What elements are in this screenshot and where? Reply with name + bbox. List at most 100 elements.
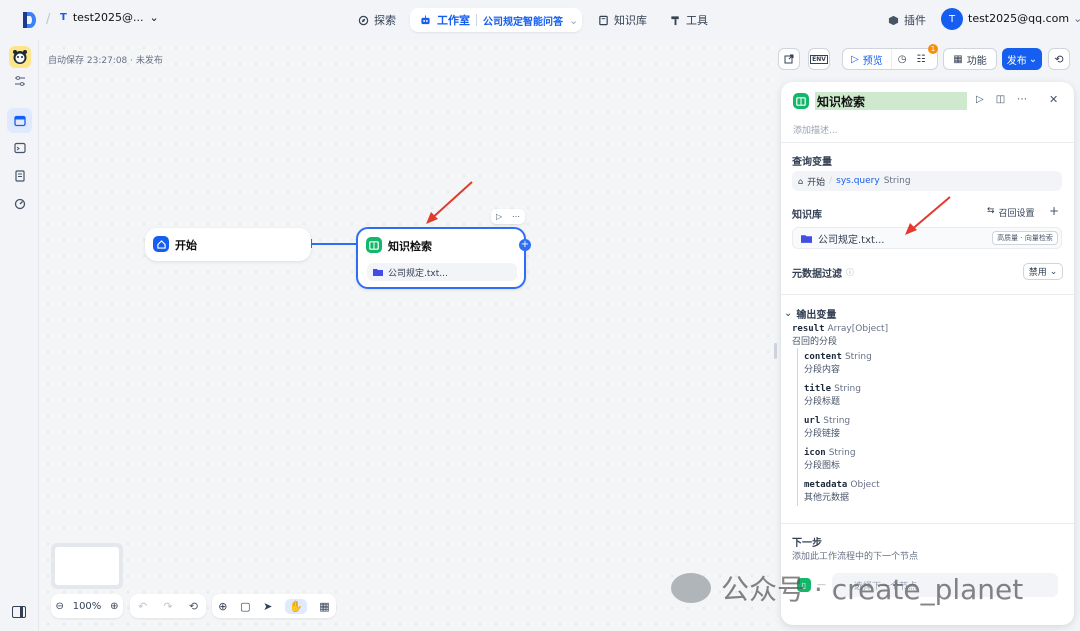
zoom-level[interactable]: 100% xyxy=(73,601,102,612)
checklist-icon[interactable]: ☷ xyxy=(912,54,929,65)
metadata-filter-select[interactable]: 禁用 ⌄ xyxy=(1023,263,1063,280)
recall-settings-button[interactable]: ⇆ 召回设置 xyxy=(987,206,1035,219)
nav-knowledge[interactable]: 知识库 xyxy=(598,8,647,32)
chevron-down-icon: ⌄ xyxy=(569,13,579,27)
env-label: ENV xyxy=(810,54,828,64)
query-type: String xyxy=(883,176,911,186)
dify-logo-icon[interactable] xyxy=(22,11,36,29)
zoom-in-icon[interactable]: ⊕ xyxy=(110,601,118,612)
history-icon[interactable]: ⟲ xyxy=(189,600,198,613)
run-icon[interactable]: ▷ xyxy=(496,212,502,221)
app-avatar-icon[interactable] xyxy=(9,46,31,68)
var-name: metadata xyxy=(804,480,848,490)
add-block-icon[interactable]: ⊕ xyxy=(218,600,227,613)
workspace-switcher[interactable]: T test2025@... ⌄ xyxy=(60,11,159,24)
grid-icon: ▦ xyxy=(953,53,963,65)
metadata-filter-value: 禁用 xyxy=(1028,268,1047,278)
knowledge-item-name: 公司规定.txt... xyxy=(818,234,885,246)
output-var-metadata: metadata Object 其他元数据 xyxy=(804,480,880,503)
compass-icon xyxy=(358,15,369,25)
panel-title[interactable]: 知识检索 xyxy=(815,92,967,110)
help-doc-icon[interactable]: ◫ xyxy=(996,94,1005,105)
preview-button[interactable]: ▷ 预览 xyxy=(843,49,892,69)
plugins-button[interactable]: 插件 xyxy=(888,12,926,28)
zoom-out-icon[interactable]: ⊖ xyxy=(55,601,63,612)
book-open-icon xyxy=(366,237,382,253)
top-bar: / T test2025@... ⌄ 探索 工作室 公司规定智能问答 ⌄ 知识库… xyxy=(0,0,1080,40)
add-knowledge-icon[interactable]: + xyxy=(1049,204,1059,218)
pointer-icon[interactable]: ➤ xyxy=(263,600,272,613)
orchestrate-icon[interactable] xyxy=(7,108,32,133)
run-icon[interactable]: ▷ xyxy=(976,94,984,105)
description-input[interactable]: 添加描述... xyxy=(793,123,838,136)
query-source: 开始 xyxy=(807,177,826,188)
close-icon[interactable]: ✕ xyxy=(1049,93,1058,106)
kr-node-title: 知识检索 xyxy=(388,240,432,253)
add-next-node-icon[interactable]: + xyxy=(519,239,531,251)
run-history-icon[interactable]: ◷ xyxy=(892,54,913,65)
version-history-icon[interactable]: ⟲ xyxy=(1048,48,1070,70)
terminal-icon[interactable] xyxy=(11,139,29,157)
features-button[interactable]: ▦ 功能 xyxy=(943,48,997,70)
query-variable-field[interactable]: ⌂ 开始 / sys.query String xyxy=(792,171,1062,191)
avatar[interactable]: T xyxy=(941,8,963,30)
undo-icon[interactable]: ↶ xyxy=(138,600,147,613)
start-node[interactable]: 开始 xyxy=(145,228,311,261)
workflow-canvas[interactable] xyxy=(40,40,780,631)
home-icon: ⌂ xyxy=(798,176,804,186)
workspace-letter: T xyxy=(60,12,67,23)
logs-icon[interactable] xyxy=(11,167,29,185)
wechat-logo-icon xyxy=(671,573,711,603)
nav-divider xyxy=(476,14,477,26)
app-name-selector[interactable]: 公司规定智能问答 xyxy=(483,13,563,28)
var-name: url xyxy=(804,416,821,426)
query-var: sys.query xyxy=(836,176,880,186)
sidebar-toggle-icon[interactable] xyxy=(12,606,26,618)
folder-icon xyxy=(801,234,812,243)
preview-label: 预览 xyxy=(862,55,883,67)
var-desc: 分段标题 xyxy=(804,397,841,407)
nav-knowledge-label: 知识库 xyxy=(614,14,647,27)
workspace-name: test2025@... xyxy=(72,11,144,24)
publish-button[interactable]: 发布 ⌄ xyxy=(1002,48,1042,70)
next-step-desc: 添加此工作流程中的下一个节点 xyxy=(792,552,919,562)
features-label: 功能 xyxy=(966,55,987,67)
export-icon[interactable] xyxy=(778,48,800,70)
output-variables-header[interactable]: ⌄ 输出变量 xyxy=(784,306,836,321)
add-note-icon[interactable]: ▢ xyxy=(240,600,250,613)
knowledge-retrieval-node[interactable]: 知识检索 公司规定.txt... xyxy=(356,227,526,289)
query-variable-label: 查询变量 xyxy=(792,157,832,168)
play-icon: ▷ xyxy=(851,53,859,65)
more-icon[interactable]: ⋯ xyxy=(512,212,520,221)
env-button[interactable]: ENV xyxy=(808,48,830,70)
var-type: String xyxy=(823,416,851,426)
output-variables-label: 输出变量 xyxy=(796,310,837,321)
monitor-icon[interactable] xyxy=(11,195,29,213)
sliders-icon[interactable] xyxy=(11,72,29,90)
canvas-toolbar: ⊕ ▢ ➤ ✋ ▦ xyxy=(212,594,336,618)
nav-studio[interactable]: 工作室 公司规定智能问答 ⌄ xyxy=(410,8,582,32)
redo-icon[interactable]: ↷ xyxy=(163,600,172,613)
nav-explore[interactable]: 探索 xyxy=(358,8,396,32)
nav-studio-label: 工作室 xyxy=(437,14,470,27)
divider xyxy=(781,142,1074,143)
output-var-content: content String 分段内容 xyxy=(804,352,872,375)
var-name: title xyxy=(804,384,832,394)
nav-tools[interactable]: 工具 xyxy=(670,8,708,32)
minimap[interactable] xyxy=(51,543,123,589)
user-menu[interactable]: test2025@qq.com ⌄ xyxy=(968,12,1080,25)
edge-start-to-kr[interactable] xyxy=(312,243,356,245)
info-icon[interactable]: ⓘ xyxy=(846,267,854,278)
hand-icon[interactable]: ✋ xyxy=(284,598,307,614)
panel-header-actions: ▷ ◫ ⋯ xyxy=(976,94,1027,105)
zoom-controls: ⊖ 100% ⊕ xyxy=(51,594,123,618)
more-icon[interactable]: ⋯ xyxy=(1017,94,1027,105)
checklist-badge: 1 xyxy=(928,44,938,54)
hammer-icon xyxy=(671,15,679,25)
panel-resize-handle[interactable] xyxy=(774,343,777,359)
var-name: content xyxy=(804,352,842,362)
nav-explore-label: 探索 xyxy=(374,14,396,27)
node-toolbar: ▷ ⋯ xyxy=(491,209,525,224)
var-desc: 其他元数据 xyxy=(804,493,850,503)
organize-icon[interactable]: ▦ xyxy=(319,600,329,613)
